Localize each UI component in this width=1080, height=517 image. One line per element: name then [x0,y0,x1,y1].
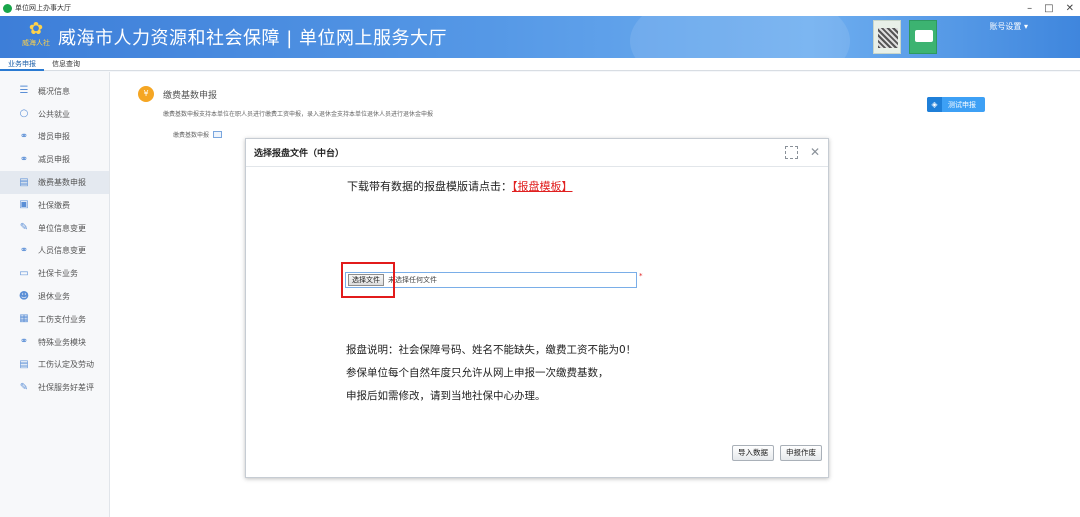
sidebar-item-injury-recognition[interactable]: ▤ 工伤认定及劳动 [0,354,109,377]
sidebar-item-label: 工伤支付业务 [38,314,86,324]
minimize-button[interactable]: – [1027,3,1032,14]
sidebar-item-public-employment[interactable]: ○ 公共就业 [0,103,109,126]
sidebar-item-label: 增员申报 [38,132,70,142]
dialog-title: 选择报盘文件（中台） [254,149,345,159]
edit-icon: ✎ [19,381,29,393]
tab-business-declare[interactable]: 业务申报 [0,58,44,71]
test-declare-label: 测试申报 [948,100,976,109]
sidebar-item-label: 概况信息 [38,86,70,96]
sidebar-item-injury-payment[interactable]: ▦ 工伤支付业务 [0,308,109,331]
sidebar-item-label: 社保卡业务 [38,269,78,279]
site-title: 威海市人力资源和社会保障 | 单位网上服务大厅 [58,28,448,49]
people-icon: ⚭ [19,244,29,256]
mobile-app-icon[interactable] [909,20,937,54]
declare-notes: 报盘说明：社会保障号码、姓名不能缺失，缴费工资不能为0！ 参保单位每个自然年度只… [346,339,636,408]
account-settings-menu[interactable]: 账号设置 ▾ [989,21,1028,32]
logo-text: 威海人社 [22,39,50,47]
id-card-icon: ▭ [19,267,29,279]
download-template-line: 下载带有数据的报盘模版请点击：【报盘模板】 [347,178,573,194]
people-special-icon: ⚭ [19,336,29,348]
note-line: 报盘说明：社会保障号码、姓名不能缺失，缴费工资不能为0！ [346,344,637,356]
base-declare-label: 缴费基数申报 [173,132,210,139]
base-declare-field: 缴费基数申报 [173,130,223,139]
sidebar-item-label: 工伤认定及劳动 [38,360,94,370]
note-line: 参保单位每个自然年度只允许从网上申报一次缴费基数， [346,367,609,379]
document-icon: ▤ [19,358,29,370]
close-button[interactable]: ✕ [1066,3,1074,14]
page-description: 缴费基数申报支持本单位在职人员进行缴费工资申报，录入退休金支持本单位退休人员进行… [163,111,434,118]
sidebar-item-unit-info-change[interactable]: ✎ 单位信息变更 [0,217,109,240]
highlight-box [341,262,395,298]
tab-info-query[interactable]: 信息查询 [44,58,88,71]
download-prefix: 下载带有数据的报盘模版请点击： [347,180,512,193]
file-status-text: 未选择任何文件 [388,276,437,284]
globe-icon: ○ [19,108,29,120]
note-line: 申报后如需修改，请到当地社保中心办理。 [346,390,546,402]
dialog-controls: ✕ [784,145,820,159]
sidebar-item-person-info-change[interactable]: ⚭ 人员信息变更 [0,240,109,263]
edit-icon: ✎ [19,222,29,234]
page-title: 缴费基数申报 [163,90,218,101]
network-icon: ◈ [927,97,942,112]
dialog-footer: 导入数据 申报作废 [732,445,822,461]
template-link[interactable]: 【报盘模板】 [512,180,573,193]
top-tabs: 业务申报 信息查询 [0,58,1080,71]
site-logo: ✿ 威海人社 [18,20,54,54]
void-declare-button[interactable]: 申报作废 [780,445,822,461]
sidebar-item-label: 减员申报 [38,155,70,165]
maximize-button[interactable]: □ [1044,3,1053,14]
sidebar-item-label: 公共就业 [38,109,70,119]
window-title: 单位网上办事大厅 [15,4,71,12]
required-mark: * [639,272,643,280]
page-header: ¥ 缴费基数申报 [138,86,217,102]
sidebar-item-label: 特殊业务模块 [38,337,86,347]
sidebar-item-label: 单位信息变更 [38,223,86,233]
select-file-dialog: 选择报盘文件（中台） ✕ 下载带有数据的报盘模版请点击：【报盘模板】 选择文件 … [245,138,829,478]
header-banner: ✿ 威海人社 威海市人力资源和社会保障 | 单位网上服务大厅 账号设置 ▾ [0,16,1080,58]
sidebar-item-label: 社保缴费 [38,200,70,210]
window-titlebar: 单位网上办事大厅 – □ ✕ [0,0,1080,16]
dialog-header: 选择报盘文件（中台） [246,139,828,167]
window-controls: – □ ✕ [1027,0,1074,16]
import-data-button[interactable]: 导入数据 [732,445,774,461]
dialog-close-icon[interactable]: ✕ [810,145,820,159]
sidebar-item-overview[interactable]: ☰ 概况信息 [0,80,109,103]
sidebar-item-reduce-staff[interactable]: ⚭ 减员申报 [0,148,109,171]
emblem-icon: ✿ [28,19,44,39]
sidebar-item-add-staff[interactable]: ⚭ 增员申报 [0,126,109,149]
user-add-icon: ⚭ [19,130,29,142]
sidebar-item-retirement[interactable]: ☻ 退休业务 [0,285,109,308]
sidebar-item-base-declare[interactable]: ▤ 缴费基数申报 [0,171,109,194]
sidebar-item-label: 社保服务好差评 [38,383,94,393]
test-declare-button[interactable]: ◈ 测试申报 [927,97,985,112]
qr-code-icon[interactable] [873,20,901,54]
sidebar-item-label: 缴费基数申报 [38,178,86,188]
sidebar-item-label: 退休业务 [38,292,70,302]
calendar-icon: ▦ [19,313,29,325]
app-icon [3,3,12,13]
layers-icon: ☰ [19,85,29,97]
retire-icon: ☻ [18,290,30,302]
list-icon[interactable] [213,131,223,138]
sidebar-item-social-payment[interactable]: ▣ 社保缴费 [0,194,109,217]
sidebar-item-service-rating[interactable]: ✎ 社保服务好差评 [0,376,109,399]
card-icon: ▣ [19,199,29,211]
sidebar: ☰ 概况信息 ○ 公共就业 ⚭ 增员申报 ⚭ 减员申报 ▤ 缴费基数申报 ▣ 社保缴费 ✎ 单… [0,72,110,517]
user-remove-icon: ⚭ [19,153,29,165]
document-icon: ▤ [19,176,29,188]
sidebar-item-special-business[interactable]: ⚭ 特殊业务模块 [0,331,109,354]
sidebar-item-social-card[interactable]: ▭ 社保卡业务 [0,262,109,285]
coin-icon: ¥ [138,86,154,102]
sidebar-item-label: 人员信息变更 [38,246,86,256]
maximize-icon[interactable] [784,145,798,159]
